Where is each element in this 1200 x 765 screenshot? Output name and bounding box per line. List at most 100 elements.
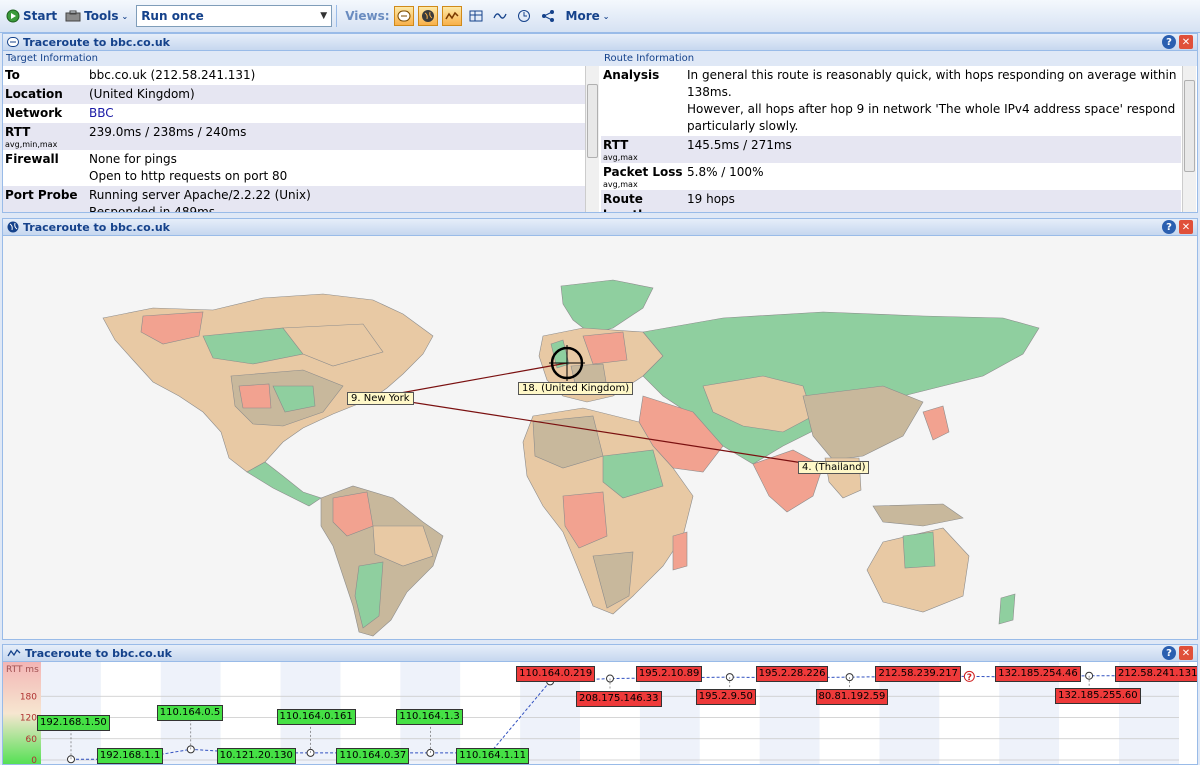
target-info-row-value: bbc.co.uk (212.58.241.131) xyxy=(89,68,256,82)
view-table-button[interactable] xyxy=(466,6,486,26)
map-label-new-york[interactable]: 9. New York xyxy=(347,392,414,405)
route-scrollbar[interactable] xyxy=(1182,66,1196,212)
hop-label[interactable]: 212.58.239.217 xyxy=(875,666,961,682)
india xyxy=(752,449,824,513)
view-map-button[interactable] xyxy=(417,6,438,26)
close-icon[interactable]: ✕ xyxy=(1179,646,1193,660)
target-info-row-value: (United Kingdom) xyxy=(89,87,195,101)
y-axis-title: RTT ms xyxy=(6,665,39,675)
views-label: Views: xyxy=(345,9,390,23)
route-info-row: Analysis In general this route is reasona… xyxy=(601,66,1181,136)
hop-label[interactable]: 132.185.255.60 xyxy=(1055,687,1141,704)
target-info-row-subkey: avg,min,max xyxy=(5,140,58,149)
hop-label[interactable]: 110.164.0.219 xyxy=(516,666,596,682)
route-info-row-subkey: avg,max xyxy=(603,153,638,162)
hop-label[interactable]: 110.164.0.5 xyxy=(156,705,224,722)
world-map[interactable]: 18. (United Kingdom) 9. New York 4. (Tha… xyxy=(2,236,1198,640)
graph-panel-icon xyxy=(7,648,21,657)
madagascar xyxy=(672,531,688,571)
y-tick-label: 180 xyxy=(20,692,37,702)
rtt-graph[interactable]: RTT ms 180 120 60 0? 192.168.1.50 192.168.1.1… xyxy=(2,662,1198,765)
hop-label[interactable]: 132.185.254.46 xyxy=(995,666,1081,682)
tools-button[interactable]: Tools ⌄ xyxy=(65,9,128,23)
map-label-uk[interactable]: 18. (United Kingdom) xyxy=(518,382,634,395)
target-info-row-value[interactable]: BBC xyxy=(89,105,583,122)
route-info-row-key: Route length xyxy=(603,192,647,212)
globe-icon xyxy=(421,10,434,22)
usa-c xyxy=(238,383,272,409)
target-info-row: Port Probe Running server Apache/2.2.22 (… xyxy=(3,186,585,212)
hop-label[interactable]: 80.81.192.59 xyxy=(815,689,889,706)
hop-point xyxy=(426,748,435,757)
view-timeline-button[interactable] xyxy=(514,6,534,26)
map-label-thailand[interactable]: 4. (Thailand) xyxy=(798,461,870,474)
route-info-row-key: RTT avg,max xyxy=(603,137,687,162)
start-button[interactable]: Start xyxy=(6,9,57,23)
route-info-row-subkey: avg,max xyxy=(603,180,638,189)
help-icon[interactable]: ? xyxy=(1162,35,1176,49)
central-america xyxy=(246,461,322,507)
info-panel-icon xyxy=(7,37,19,47)
target-info-row-key: Port Probe xyxy=(5,188,78,202)
target-info-row-key: Location xyxy=(5,87,63,101)
map-panel-header: Traceroute to bbc.co.uk ? ✕ xyxy=(2,218,1198,236)
hop-point xyxy=(67,755,75,764)
indonesia xyxy=(872,503,964,527)
new-zealand xyxy=(998,593,1016,625)
graph-panel-header: Traceroute to bbc.co.uk ? ✕ xyxy=(2,644,1198,662)
hop-point xyxy=(1085,671,1094,680)
close-icon[interactable]: ✕ xyxy=(1179,220,1193,234)
tools-label: Tools xyxy=(84,9,119,23)
chevron-down-icon: ⌄ xyxy=(121,11,129,21)
more-label: More xyxy=(565,9,600,23)
hop-label[interactable]: 110.164.0.161 xyxy=(276,708,356,725)
close-icon[interactable]: ✕ xyxy=(1179,35,1193,49)
view-graph-button[interactable] xyxy=(441,6,462,26)
route-info-row-value: 19 hops xyxy=(687,192,735,206)
toolbox-icon xyxy=(65,10,81,22)
hop-label[interactable]: 110.164.1.11 xyxy=(456,748,530,764)
target-info-row-key: Firewall xyxy=(5,152,59,166)
hop-label[interactable]: 195.2.10.89 xyxy=(635,666,703,682)
toolbar-separator xyxy=(336,5,338,27)
route-info-row: RTT avg,max 145.5ms / 271ms xyxy=(601,136,1181,163)
info-panel-title: Traceroute to bbc.co.uk xyxy=(23,35,170,49)
hop-label[interactable]: 195.2.28.226 xyxy=(755,666,829,682)
y-tick-label: 60 xyxy=(26,735,38,745)
dropdown-arrow-icon: ▼ xyxy=(320,11,328,21)
info-panel: Target Information Route Information To b… xyxy=(2,51,1198,213)
route-info-row: Route length 19 hops xyxy=(601,190,1181,212)
hop-label[interactable]: 192.168.1.1 xyxy=(96,748,164,764)
hop-label[interactable]: 212.58.241.131 xyxy=(1115,666,1197,682)
hop-label[interactable]: 195.2.9.50 xyxy=(695,689,756,706)
y-tick-label: 0 xyxy=(31,756,37,765)
australia-north xyxy=(902,531,936,569)
hop-label[interactable]: 192.168.1.50 xyxy=(37,715,110,732)
globe-icon xyxy=(7,221,19,233)
world-map-canvas xyxy=(102,279,1040,637)
hop-label[interactable]: 110.164.1.3 xyxy=(396,708,463,725)
route-info-table: Analysis In general this route is reasona… xyxy=(601,66,1181,212)
share-icon xyxy=(541,10,554,22)
route-info-row-value: 145.5ms / 271ms xyxy=(687,138,792,152)
view-share-button[interactable] xyxy=(538,6,558,26)
view-info-button[interactable] xyxy=(393,6,414,26)
chevron-down-icon: ⌄ xyxy=(602,11,610,21)
help-icon[interactable]: ? xyxy=(1162,646,1176,660)
map-panel-title: Traceroute to bbc.co.uk xyxy=(23,220,170,234)
view-wave-button[interactable] xyxy=(490,6,510,26)
japan xyxy=(922,405,950,441)
hop-label[interactable]: 208.175.146.33 xyxy=(576,690,662,707)
help-icon[interactable]: ? xyxy=(1162,220,1176,234)
run-mode-select[interactable]: Run once ▼ xyxy=(136,5,333,27)
hop-label[interactable]: 110.164.0.37 xyxy=(336,748,410,764)
target-info-row: Location (United Kingdom) xyxy=(3,85,585,104)
more-button[interactable]: More ⌄ xyxy=(566,9,610,23)
hop-label[interactable]: 10.121.20.130 xyxy=(216,748,296,764)
target-scrollbar[interactable] xyxy=(585,66,599,212)
target-info-row: To bbc.co.uk (212.58.241.131) xyxy=(3,66,585,85)
y-tick-label: 120 xyxy=(20,714,37,724)
table-icon xyxy=(469,10,483,22)
play-icon xyxy=(6,9,20,23)
info-panel-header: Traceroute to bbc.co.uk ? ✕ xyxy=(2,33,1198,51)
